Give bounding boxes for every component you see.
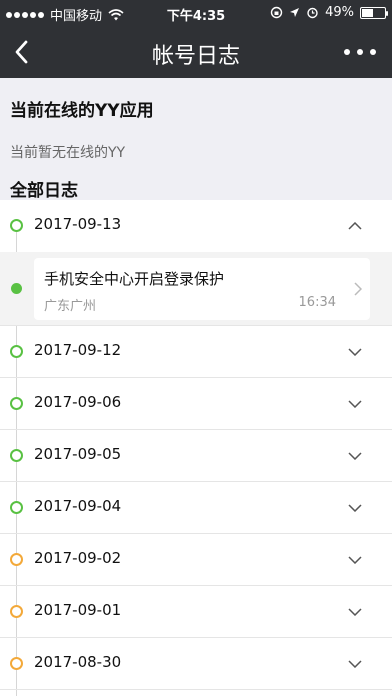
header: 中国移动 下午4:35 49% 帐号日志 <box>0 0 392 78</box>
date-row[interactable]: 2017-08-30 <box>0 638 392 690</box>
status-dot <box>10 501 23 514</box>
alarm-icon <box>307 7 318 19</box>
chevron-down-icon <box>348 660 362 668</box>
status-dot <box>10 657 23 670</box>
date-label: 2017-09-06 <box>34 393 122 411</box>
status-dot <box>10 449 23 462</box>
date-row[interactable]: 2017-09-06 <box>0 378 392 430</box>
date-label: 2017-09-05 <box>34 445 122 463</box>
more-dot <box>344 49 350 55</box>
status-bar: 中国移动 下午4:35 49% <box>0 0 392 26</box>
status-right: 49% <box>270 5 388 20</box>
date-row[interactable]: 2017-09-12 <box>0 326 392 378</box>
chevron-up-icon <box>348 222 362 230</box>
chevron-down-icon <box>348 608 362 616</box>
date-row[interactable]: 2017-09-05 <box>0 430 392 482</box>
status-dot <box>10 397 23 410</box>
online-empty-text: 当前暂无在线的YY <box>10 145 126 161</box>
log-entry-panel: 手机安全中心开启登录保护 广东广州 16:34 <box>0 252 392 326</box>
chevron-right-icon <box>354 282 362 296</box>
logs-section-title: 全部日志 <box>10 181 78 201</box>
date-label: 2017-08-30 <box>34 653 122 671</box>
date-row[interactable]: 2017-09-04 <box>0 482 392 534</box>
online-section-title: 当前在线的YY应用 <box>10 101 154 121</box>
battery-percent: 49% <box>325 5 354 20</box>
battery-icon <box>360 6 388 19</box>
location-icon <box>290 8 300 17</box>
date-label: 2017-09-13 <box>34 215 122 233</box>
more-button[interactable] <box>344 44 376 60</box>
log-entry-location: 广东广州 <box>44 299 97 314</box>
orientation-lock-icon <box>270 6 283 19</box>
status-dot <box>10 345 23 358</box>
chevron-down-icon <box>348 504 362 512</box>
date-row[interactable]: 2017-09-13 <box>0 200 392 252</box>
date-label: 2017-09-12 <box>34 341 122 359</box>
date-row[interactable]: 2017-09-02 <box>0 534 392 586</box>
status-dot <box>10 219 23 232</box>
date-label: 2017-09-02 <box>34 549 122 567</box>
page-title: 帐号日志 <box>151 44 240 69</box>
chevron-down-icon <box>348 348 362 356</box>
nav-bar: 帐号日志 <box>0 26 392 78</box>
log-entry-dot <box>11 283 22 294</box>
date-row[interactable]: 2017-09-01 <box>0 586 392 638</box>
chevron-down-icon <box>348 400 362 408</box>
status-dot <box>10 605 23 618</box>
more-dot <box>370 49 376 55</box>
battery-fill <box>362 8 373 17</box>
date-label: 2017-09-01 <box>34 601 122 619</box>
chevron-down-icon <box>348 556 362 564</box>
log-entry-time: 16:34 <box>298 295 336 310</box>
log-entry-title: 手机安全中心开启登录保护 <box>44 270 225 288</box>
chevron-down-icon <box>348 452 362 460</box>
status-dot <box>10 553 23 566</box>
more-dot <box>357 49 363 55</box>
log-entry-card[interactable]: 手机安全中心开启登录保护 广东广州 16:34 <box>34 258 370 320</box>
log-timeline: 2017-09-13 手机安全中心开启登录保护 广东广州 16:34 2017-… <box>0 200 392 696</box>
date-label: 2017-09-04 <box>34 497 122 515</box>
